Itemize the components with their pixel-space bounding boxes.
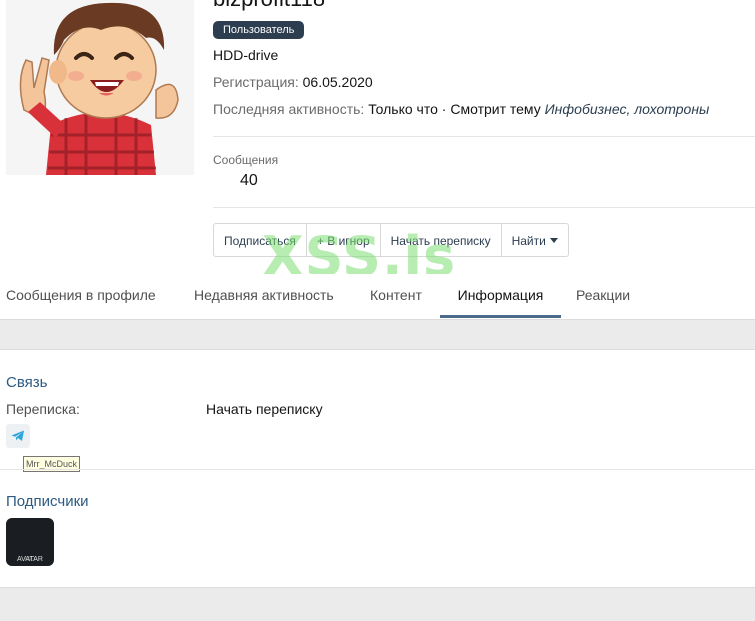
tab-content[interactable]: Контент [370,274,422,318]
messages-stat-value[interactable]: 40 [240,172,258,190]
followers-section-title: Подписчики [6,493,89,510]
last-activity-separator: · [441,101,447,117]
find-label: Найти [511,234,546,248]
panel-divider [0,469,755,470]
header-divider [213,136,755,137]
registration-value: 06.05.2020 [302,74,373,90]
start-conversation-button[interactable]: Начать переписку [379,223,502,257]
start-conversation-link[interactable]: Начать переписку [206,401,323,417]
tab-reactions[interactable]: Реакции [576,274,630,318]
messages-stat-label: Сообщения [213,153,279,167]
find-dropdown-button[interactable]: Найти [500,223,569,257]
last-activity-value: Только что [368,101,438,117]
tab-information[interactable]: Информация [440,274,561,318]
contact-section-title: Связь [6,374,48,391]
last-activity-topic-link[interactable]: Инфобизнес, лохотроны [545,101,710,117]
last-activity-label: Последняя активность: [213,101,365,117]
telegram-icon [11,430,24,441]
stats-divider [213,207,755,208]
registration-label: Регистрация: [213,74,299,90]
caret-down-icon [549,238,558,243]
ignore-button[interactable]: + В игнор [305,223,381,257]
user-role-badge: Пользователь [213,21,305,39]
profile-actions: Подписаться + В игнор Начать переписку Н… [213,223,569,257]
last-activity-action: Смотрит тему [450,101,541,117]
profile-tabs: Сообщения в профиле Недавняя активность … [0,274,755,320]
conversation-label: Переписка: [6,401,80,417]
profile-username: bizprofit118 [213,0,325,12]
last-activity-row: Последняя активность: Только что · Смотр… [213,101,709,117]
registration-row: Регистрация: 06.05.2020 [213,74,373,90]
tab-profile-posts[interactable]: Сообщения в профиле [6,274,156,318]
user-title: HDD-drive [213,47,279,63]
profile-avatar[interactable] [6,0,194,175]
telegram-contact-button[interactable] [6,424,30,448]
information-panel: Связь Переписка: Начать переписку Mrr_Mc… [0,349,755,588]
subscribe-button[interactable]: Подписаться [213,223,307,257]
tab-recent-activity[interactable]: Недавняя активность [194,274,334,318]
avatar-cartoon-image [19,2,179,175]
follower-avatar[interactable]: NO AVATAR [6,518,54,566]
